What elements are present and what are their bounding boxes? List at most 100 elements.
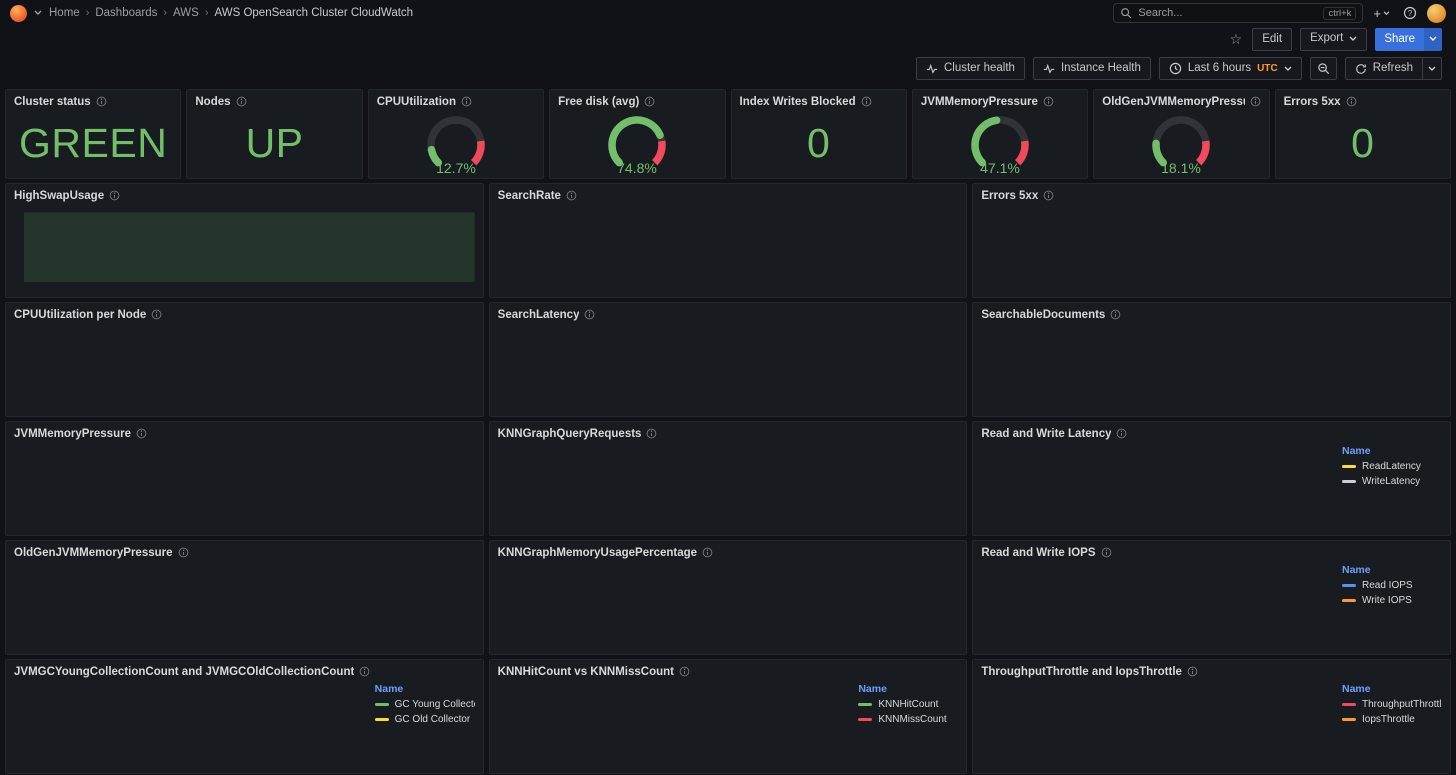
panel-title[interactable]: JVMMemoryPressure bbox=[14, 428, 131, 440]
add-button[interactable]: + bbox=[1370, 4, 1393, 23]
info-icon[interactable] bbox=[679, 666, 690, 677]
info-icon[interactable] bbox=[1346, 96, 1357, 107]
plot-area[interactable] bbox=[40, 444, 475, 520]
search-input[interactable]: Search... ctrl+k bbox=[1113, 3, 1363, 23]
panel-title[interactable]: Index Writes Blocked bbox=[740, 96, 856, 108]
info-icon[interactable] bbox=[359, 666, 370, 677]
zoom-out-button[interactable] bbox=[1310, 57, 1337, 80]
legend-item[interactable]: Write IOPS bbox=[1342, 593, 1440, 608]
legend-item[interactable]: Read IOPS bbox=[1342, 578, 1440, 593]
plot-area[interactable] bbox=[528, 325, 959, 401]
info-icon[interactable] bbox=[566, 190, 577, 201]
legend-item[interactable]: IopsThrottle bbox=[1342, 712, 1440, 727]
panel-title[interactable]: Read and Write Latency bbox=[981, 428, 1111, 440]
x-axis bbox=[540, 520, 959, 533]
edit-button[interactable]: Edit bbox=[1252, 28, 1292, 51]
plot-area[interactable] bbox=[40, 325, 475, 401]
grafana-logo[interactable] bbox=[10, 5, 27, 22]
panel-title[interactable]: KNNHitCount vs KNNMissCount bbox=[498, 666, 674, 678]
legend-item[interactable]: ThroughputThrottle bbox=[1342, 697, 1440, 712]
plot-area[interactable] bbox=[1017, 325, 1442, 401]
cluster-health-button[interactable]: Cluster health bbox=[916, 57, 1025, 80]
plot-area[interactable] bbox=[534, 682, 849, 758]
legend-label: GC Old Collector bbox=[395, 714, 471, 725]
plot-area[interactable] bbox=[40, 563, 475, 639]
breadcrumb-aws[interactable]: AWS bbox=[173, 7, 199, 19]
legend-item[interactable]: WriteLatency bbox=[1342, 474, 1440, 489]
panel-title[interactable]: CPUUtilization per Node bbox=[14, 309, 146, 321]
plot-area[interactable] bbox=[1001, 682, 1332, 758]
breadcrumb-home[interactable]: Home bbox=[49, 7, 80, 19]
plot-area[interactable] bbox=[1011, 563, 1332, 639]
panel-title[interactable]: CPUUtilization bbox=[377, 96, 456, 108]
panel-title[interactable]: JVMGCYoungCollectionCount and JVMGCOldCo… bbox=[14, 666, 354, 678]
legend-item[interactable]: ReadLatency bbox=[1342, 459, 1440, 474]
panel-title[interactable]: Free disk (avg) bbox=[558, 96, 639, 108]
panel-title[interactable]: Nodes bbox=[195, 96, 230, 108]
refresh-button[interactable]: Refresh bbox=[1345, 57, 1423, 80]
panel-title[interactable]: KNNGraphQueryRequests bbox=[498, 428, 642, 440]
panel-title[interactable]: Cluster status bbox=[14, 96, 91, 108]
info-icon[interactable] bbox=[1043, 190, 1054, 201]
panel-title[interactable]: Errors 5xx bbox=[981, 190, 1038, 202]
share-button[interactable]: Share bbox=[1375, 28, 1424, 51]
stat-body: 12.7% bbox=[369, 109, 543, 178]
panel-title[interactable]: Errors 5xx bbox=[1284, 96, 1341, 108]
legend-item[interactable]: KNNMissCount bbox=[858, 712, 956, 727]
legend-item[interactable]: GC Young Collector bbox=[375, 697, 473, 712]
instance-health-button[interactable]: Instance Health bbox=[1033, 57, 1151, 80]
info-icon[interactable] bbox=[109, 190, 120, 201]
info-icon[interactable] bbox=[1187, 666, 1198, 677]
panel-title[interactable]: SearchLatency bbox=[498, 309, 580, 321]
legend-item[interactable]: GC Old Collector bbox=[375, 712, 473, 727]
star-icon[interactable]: ☆ bbox=[1228, 31, 1245, 48]
legend-item[interactable]: KNNHitCount bbox=[858, 697, 956, 712]
chevron-down-icon bbox=[1383, 11, 1390, 16]
legend: NameReadLatencyWriteLatency bbox=[1332, 444, 1442, 533]
panel-title[interactable]: SearchRate bbox=[498, 190, 561, 202]
plot-area[interactable] bbox=[24, 206, 475, 282]
time-range-picker[interactable]: Last 6 hours UTC bbox=[1159, 57, 1302, 80]
info-icon[interactable] bbox=[1250, 96, 1261, 107]
panel-title[interactable]: SearchableDocuments bbox=[981, 309, 1105, 321]
help-icon[interactable]: ? bbox=[1400, 4, 1420, 22]
info-icon[interactable] bbox=[702, 547, 713, 558]
plot-area[interactable] bbox=[524, 563, 959, 639]
info-icon[interactable] bbox=[861, 96, 872, 107]
panel-knnquery: KNNGraphQueryRequests bbox=[489, 421, 968, 536]
y-axis bbox=[975, 682, 1001, 771]
info-icon[interactable] bbox=[236, 96, 247, 107]
plot-area[interactable] bbox=[1001, 206, 1442, 282]
share-menu-button[interactable] bbox=[1424, 28, 1442, 51]
panel-title[interactable]: KNNGraphMemoryUsagePercentage bbox=[498, 547, 697, 559]
info-icon[interactable] bbox=[644, 96, 655, 107]
info-icon[interactable] bbox=[178, 547, 189, 558]
info-icon[interactable] bbox=[96, 96, 107, 107]
panel-title[interactable]: OldGenJVMMemoryPressure bbox=[14, 547, 173, 559]
panel-title[interactable]: Read and Write IOPS bbox=[981, 547, 1095, 559]
panel-title[interactable]: JVMMemoryPressure bbox=[921, 96, 1038, 108]
info-icon[interactable] bbox=[584, 309, 595, 320]
panel-title[interactable]: OldGenJVMMemoryPressure bbox=[1102, 96, 1244, 108]
chevron-down-icon[interactable] bbox=[34, 10, 42, 16]
x-axis bbox=[1017, 401, 1442, 414]
info-icon[interactable] bbox=[646, 428, 657, 439]
plot-area[interactable] bbox=[50, 682, 365, 758]
info-icon[interactable] bbox=[1043, 96, 1054, 107]
plot-area[interactable] bbox=[540, 444, 959, 520]
plot-area[interactable] bbox=[540, 206, 959, 282]
info-icon[interactable] bbox=[461, 96, 472, 107]
breadcrumb-dashboards[interactable]: Dashboards bbox=[95, 7, 157, 19]
info-icon[interactable] bbox=[1101, 547, 1112, 558]
refresh-interval-button[interactable] bbox=[1423, 57, 1442, 80]
avatar[interactable] bbox=[1427, 4, 1446, 23]
panel-title[interactable]: HighSwapUsage bbox=[14, 190, 104, 202]
info-icon[interactable] bbox=[1116, 428, 1127, 439]
export-button[interactable]: Export bbox=[1300, 28, 1367, 51]
panel-title[interactable]: ThroughputThrottle and IopsThrottle bbox=[981, 666, 1182, 678]
info-icon[interactable] bbox=[136, 428, 147, 439]
info-icon[interactable] bbox=[151, 309, 162, 320]
plot-area[interactable] bbox=[1015, 444, 1332, 520]
y-axis bbox=[492, 325, 528, 414]
info-icon[interactable] bbox=[1110, 309, 1121, 320]
